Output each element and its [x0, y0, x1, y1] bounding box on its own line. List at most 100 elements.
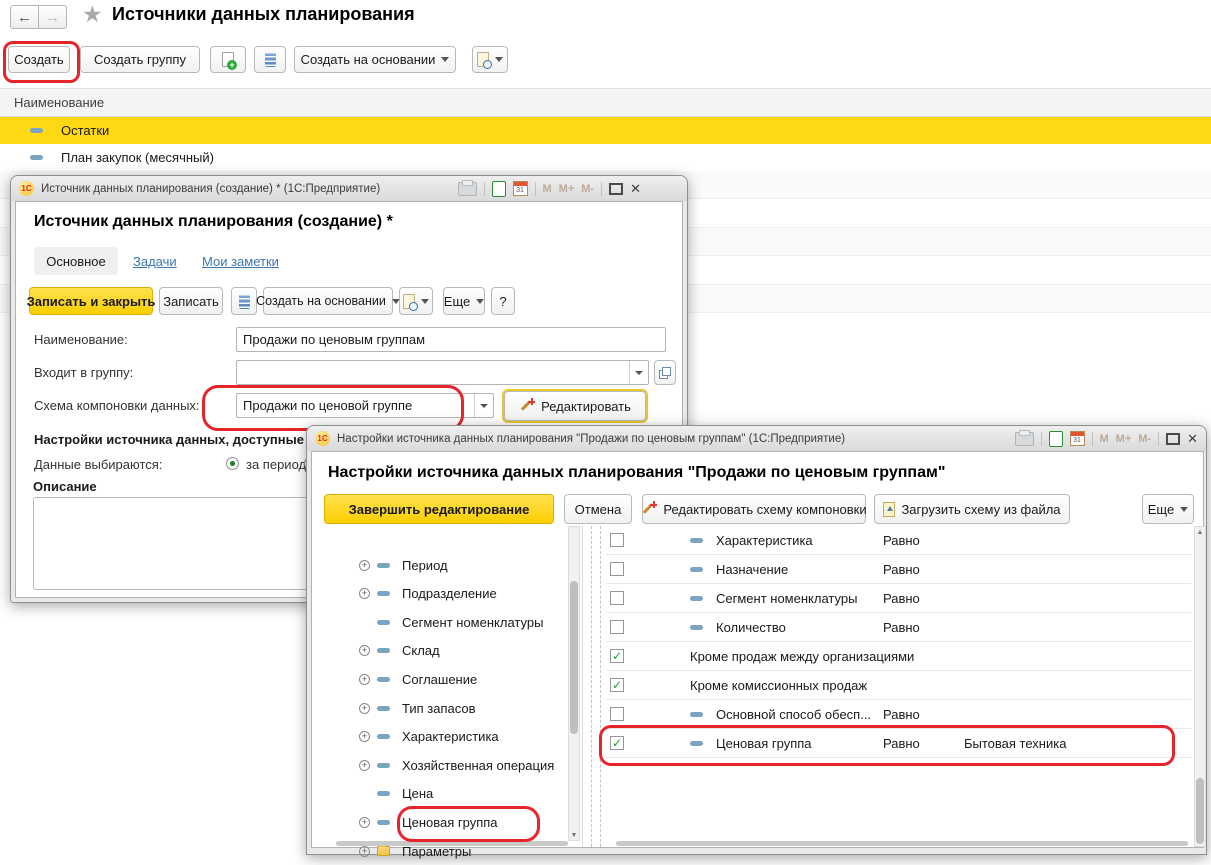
expand-icon[interactable]: +: [359, 703, 370, 714]
expand-icon[interactable]: +: [359, 560, 370, 571]
forward-button[interactable]: →: [38, 5, 67, 29]
table-row[interactable]: Остатки: [0, 117, 1211, 144]
printer-icon[interactable]: [1015, 432, 1034, 446]
filters-scrollbar[interactable]: ▲: [1194, 526, 1206, 847]
calendar-icon[interactable]: 31: [1070, 431, 1085, 446]
expand-icon[interactable]: +: [359, 846, 370, 857]
expand-icon[interactable]: +: [359, 731, 370, 742]
filter-row[interactable]: НазначениеРавно: [606, 555, 1191, 584]
radio-period[interactable]: [226, 457, 239, 470]
dialog1-create-based-on-button[interactable]: Создать на основании: [263, 287, 393, 315]
dialog2-more-button[interactable]: Еще: [1142, 494, 1194, 524]
filter-row[interactable]: Основной способ обесп...Равно: [606, 700, 1191, 729]
checkbox-unchecked[interactable]: [610, 707, 624, 721]
tree-item-5[interactable]: +Соглашение: [320, 665, 568, 693]
dialog1-report-button[interactable]: [399, 287, 433, 315]
tree-scrollbar-thumb[interactable]: [570, 581, 578, 734]
memory-button-m+[interactable]: M+: [559, 183, 575, 195]
name-field[interactable]: Продажи по ценовым группам: [236, 327, 666, 352]
expand-icon[interactable]: +: [359, 645, 370, 656]
filters-hscrollbar[interactable]: [616, 841, 1188, 846]
checkbox-checked[interactable]: ✓: [610, 649, 624, 663]
group-dropdown-button[interactable]: [629, 361, 648, 384]
tree-item-10[interactable]: +Ценовая группа: [320, 808, 568, 836]
create-button[interactable]: Создать: [8, 46, 70, 73]
checkbox-checked[interactable]: ✓: [610, 678, 624, 692]
memory-button-m-[interactable]: M-: [1138, 433, 1151, 445]
group-field[interactable]: [236, 360, 649, 385]
checkbox-unchecked[interactable]: [610, 562, 624, 576]
expand-icon[interactable]: +: [359, 760, 370, 771]
dialog1-list-button[interactable]: [231, 287, 257, 315]
load-schema-button[interactable]: Загрузить схему из файла: [874, 494, 1070, 524]
checkbox-unchecked[interactable]: [610, 533, 624, 547]
group-open-button[interactable]: [654, 360, 676, 385]
schema-field[interactable]: Продажи по ценовой группе: [236, 393, 494, 418]
calculator-icon[interactable]: [492, 181, 506, 197]
close-button[interactable]: ✕: [630, 182, 641, 195]
field-dash-icon: [377, 734, 390, 739]
close-button[interactable]: ✕: [1187, 432, 1198, 445]
list-settings-button[interactable]: [254, 46, 286, 73]
memory-button-m[interactable]: M: [1100, 433, 1109, 445]
tree-item-8[interactable]: +Хозяйственная операция: [320, 751, 568, 779]
maximize-button[interactable]: [1166, 433, 1180, 445]
new-document-button[interactable]: +: [210, 46, 246, 73]
create-based-on-button[interactable]: Создать на основании: [294, 46, 456, 73]
tree-scrollbar[interactable]: ▼: [568, 526, 580, 841]
tree-item-1[interactable]: +Период: [320, 551, 568, 579]
tree-hscrollbar[interactable]: [336, 841, 568, 846]
help-button[interactable]: ?: [491, 287, 515, 315]
filter-row[interactable]: ✓Кроме продаж между организациями: [606, 642, 1191, 671]
checkbox-unchecked[interactable]: [610, 620, 624, 634]
memory-button-m-[interactable]: M-: [581, 183, 594, 195]
save-button[interactable]: Записать: [159, 287, 223, 315]
scroll-down-icon[interactable]: ▼: [569, 832, 579, 839]
table-header[interactable]: Наименование: [0, 88, 1211, 117]
maximize-button[interactable]: [609, 183, 623, 195]
dialog1-titlebar[interactable]: 1С Источник данных планирования (создани…: [11, 176, 687, 201]
memory-button-m+[interactable]: M+: [1116, 433, 1132, 445]
pane-splitter[interactable]: [600, 526, 601, 847]
tab-my-notes[interactable]: Мои заметки: [202, 254, 279, 269]
edit-schema-button[interactable]: Редактировать: [504, 391, 646, 421]
expand-icon[interactable]: +: [359, 817, 370, 828]
dialog2-titlebar[interactable]: 1С Настройки источника данных планирован…: [307, 426, 1206, 451]
filter-row[interactable]: ХарактеристикаРавно: [606, 526, 1191, 555]
tree-item-7[interactable]: +Характеристика: [320, 723, 568, 751]
filter-row[interactable]: ✓Ценовая группаРавноБытовая техника: [606, 729, 1191, 758]
printer-icon[interactable]: [458, 182, 477, 196]
edit-composition-schema-button[interactable]: Редактировать схему компоновки: [642, 494, 866, 524]
memory-button-m[interactable]: M: [543, 183, 552, 195]
pane-splitter[interactable]: [591, 526, 592, 847]
tab-main[interactable]: Основное: [34, 247, 118, 275]
tree-item-2[interactable]: +Подразделение: [320, 580, 568, 608]
tree-item-3[interactable]: Сегмент номенклатуры: [320, 608, 568, 636]
report-button[interactable]: [472, 46, 508, 73]
finish-editing-button[interactable]: Завершить редактирование: [324, 494, 554, 524]
scroll-up-icon[interactable]: ▲: [1195, 529, 1205, 536]
tree-item-4[interactable]: + Склад: [320, 637, 568, 665]
more-button[interactable]: Еще: [443, 287, 485, 315]
expand-icon[interactable]: +: [359, 588, 370, 599]
save-and-close-button[interactable]: Записать и закрыть: [29, 287, 153, 315]
filter-row[interactable]: ✓Кроме комиссионных продаж: [606, 671, 1191, 700]
schema-dropdown-button[interactable]: [474, 394, 493, 417]
checkbox-checked[interactable]: ✓: [610, 736, 624, 750]
calendar-icon[interactable]: 31: [513, 181, 528, 196]
cancel-button[interactable]: Отмена: [564, 494, 632, 524]
tab-tasks[interactable]: Задачи: [133, 254, 177, 269]
create-group-button[interactable]: Создать группу: [80, 46, 200, 73]
tree-item-9[interactable]: Цена: [320, 780, 568, 808]
filters-scrollbar-thumb[interactable]: [1196, 778, 1204, 844]
table-row[interactable]: План закупок (месячный): [0, 144, 1211, 171]
tree-item-label: Склад: [402, 643, 440, 658]
calculator-icon[interactable]: [1049, 431, 1063, 447]
expand-icon[interactable]: +: [359, 674, 370, 685]
filter-row[interactable]: КоличествоРавно: [606, 613, 1191, 642]
filter-row[interactable]: Сегмент номенклатурыРавно: [606, 584, 1191, 613]
checkbox-unchecked[interactable]: [610, 591, 624, 605]
back-button[interactable]: ←: [10, 5, 39, 29]
tree-item-6[interactable]: +Тип запасов: [320, 694, 568, 722]
favorite-star-icon[interactable]: ★: [82, 1, 103, 28]
